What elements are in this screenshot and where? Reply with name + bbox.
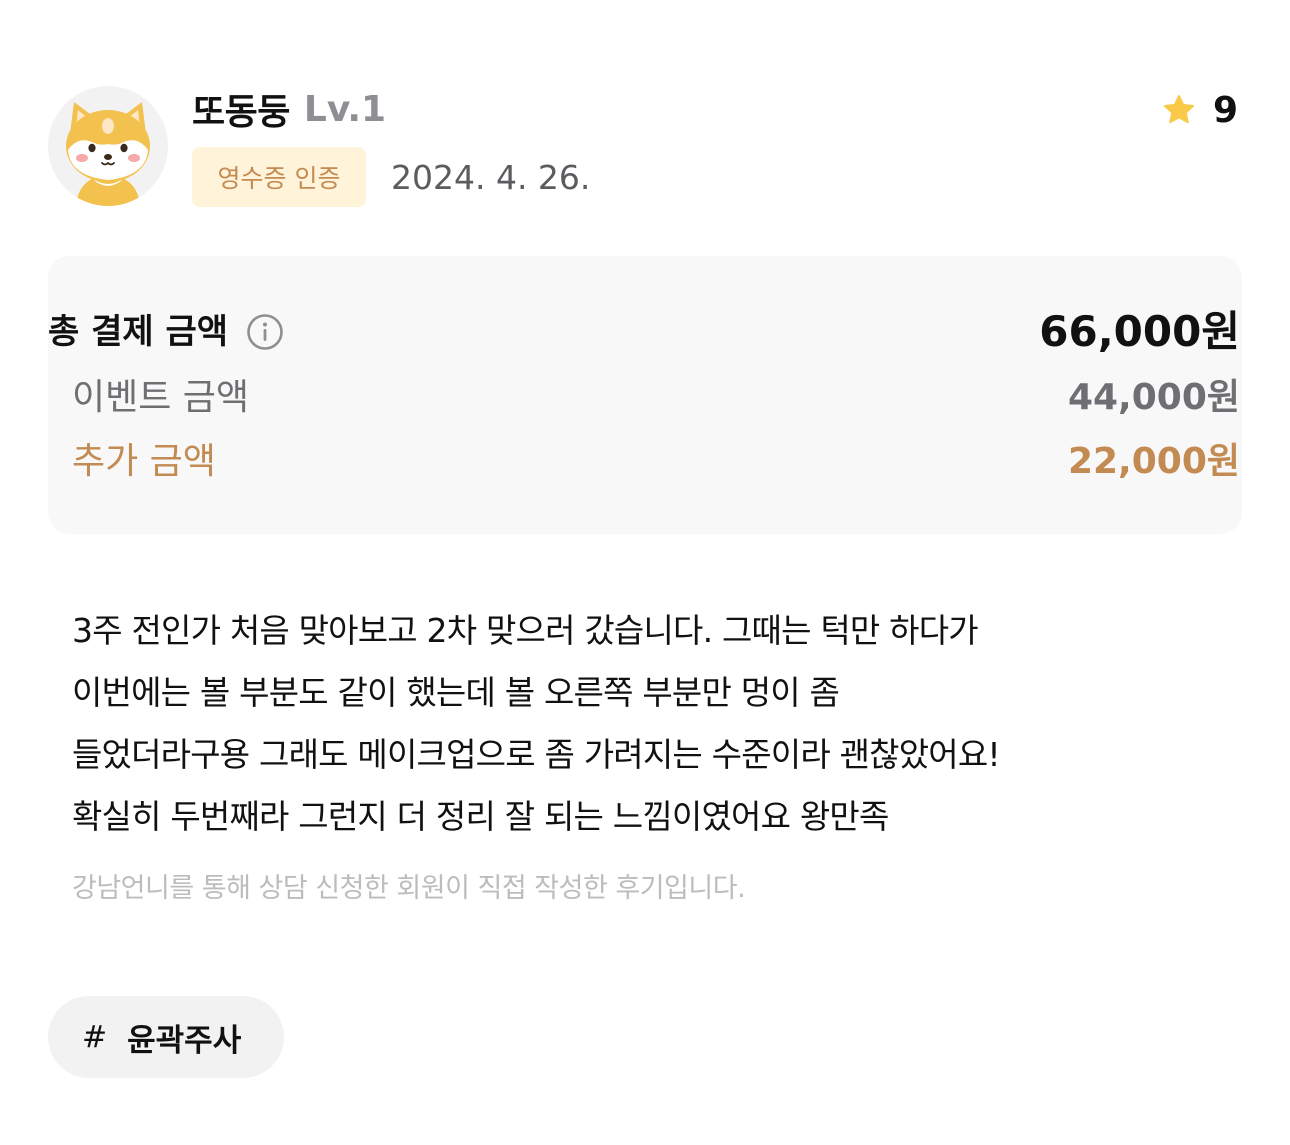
shiba-dog-avatar-icon [66,102,150,206]
star-icon [1163,95,1194,124]
review-disclaimer: 강남언니를 통해 상담 신청한 회원이 직접 작성한 후기입니다. [72,873,746,904]
user-level: Lv.1 [303,88,387,130]
review-text-line: 이번에는 볼 부분도 같이 했는데 볼 오른쪽 부분만 멍이 좀 [72,673,840,712]
total-price-label-group: 총 결제 금액 [48,304,284,360]
rating-value: 9 [1212,89,1238,131]
review-date: 2024. 4. 26. [391,158,591,197]
extra-price-amount: 22,000원 [1067,441,1240,482]
event-price-amount: 44,000원 [1067,377,1240,418]
event-price-label: 이벤트 금액 [72,377,250,418]
rating: 9 [1161,88,1238,132]
username[interactable]: 또동둥 [192,83,290,135]
user-avatar[interactable] [48,86,168,206]
receipt-verified-badge: 영수증 인증 [192,147,366,207]
info-icon[interactable] [246,313,284,351]
hashtag-chip[interactable]: # 윤곽주사 [48,996,284,1078]
total-price-amount: 66,000원 [1039,307,1240,356]
total-price-row: 총 결제 금액 66,000원 [0,304,1290,360]
review-card: 또동둥 Lv.1 9 영수증 인증 2024. 4. 26. 총 결제 금액 6… [0,0,1290,1145]
review-text-line: 들었더라구용 그래도 메이크업으로 좀 가려지는 수준이라 괜찮았어요! [72,735,1001,774]
extra-price-label: 추가 금액 [72,441,216,482]
hashtag-symbol: # [82,1019,108,1055]
review-text-line: 3주 전인가 처음 맞아보고 2차 맞으러 갔습니다. 그때는 턱만 하다가 [72,611,979,650]
review-text: 3주 전인가 처음 맞아보고 2차 맞으러 갔습니다. 그때는 턱만 하다가 이… [72,600,1222,848]
extra-price-row: 추가 금액 22,000원 [0,434,1290,490]
event-price-row: 이벤트 금액 44,000원 [0,370,1290,426]
total-price-label: 총 결제 금액 [48,312,229,352]
review-text-line: 확실히 두번째라 그런지 더 정리 잘 되는 느낌이였어요 왕만족 [72,797,889,836]
hashtag-label: 윤곽주사 [127,1022,242,1059]
user-info: 또동둥 Lv.1 [192,83,387,135]
